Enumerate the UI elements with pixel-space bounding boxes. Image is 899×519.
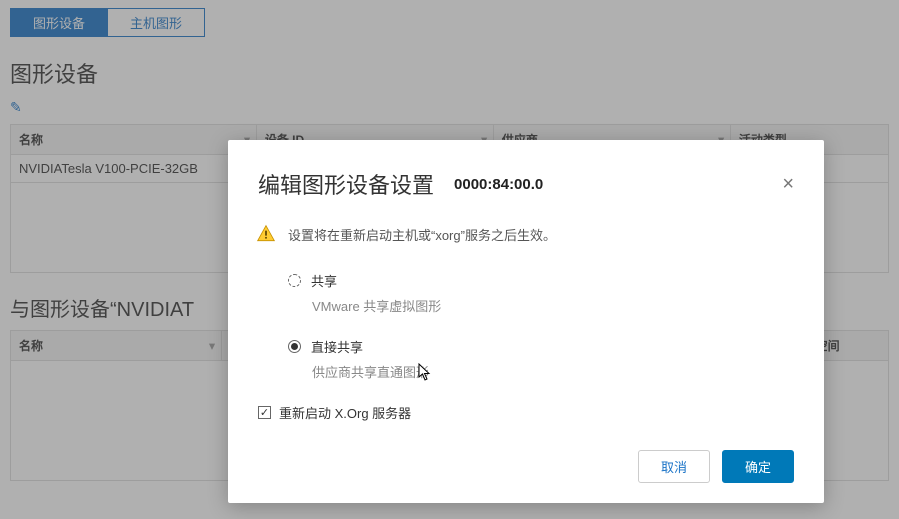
dialog-footer: 取消 确定 (258, 450, 794, 483)
ok-button[interactable]: 确定 (722, 450, 794, 483)
warning-row: 设置将在重新启动主机或“xorg”服务之后生效。 (256, 224, 794, 247)
option-shared-label: 共享 (311, 271, 337, 290)
option-direct-label: 直接共享 (311, 337, 363, 356)
radio-direct-shared[interactable] (288, 340, 301, 353)
option-direct-shared[interactable]: 直接共享 供应商共享直通图形 (288, 337, 794, 381)
radio-shared[interactable] (288, 274, 301, 287)
restart-xorg-row[interactable]: ✓ 重新启动 X.Org 服务器 (258, 403, 794, 422)
dialog-header: 编辑图形设备设置 0000:84:00.0 × (258, 168, 794, 200)
checkbox-restart-xorg[interactable]: ✓ (258, 406, 271, 419)
warning-icon (256, 224, 276, 247)
option-shared[interactable]: 共享 VMware 共享虚拟图形 (288, 271, 794, 315)
radio-group: 共享 VMware 共享虚拟图形 直接共享 供应商共享直通图形 (288, 271, 794, 381)
edit-graphics-settings-dialog: 编辑图形设备设置 0000:84:00.0 × 设置将在重新启动主机或“xorg… (228, 140, 824, 503)
cancel-button[interactable]: 取消 (638, 450, 710, 483)
warning-text: 设置将在重新启动主机或“xorg”服务之后生效。 (288, 224, 556, 244)
dialog-device-id: 0000:84:00.0 (454, 176, 543, 193)
close-icon[interactable]: × (782, 173, 794, 196)
option-shared-sub: VMware 共享虚拟图形 (312, 296, 794, 315)
restart-xorg-label: 重新启动 X.Org 服务器 (279, 403, 411, 422)
dialog-title: 编辑图形设备设置 (258, 168, 434, 200)
option-direct-sub: 供应商共享直通图形 (312, 362, 794, 381)
